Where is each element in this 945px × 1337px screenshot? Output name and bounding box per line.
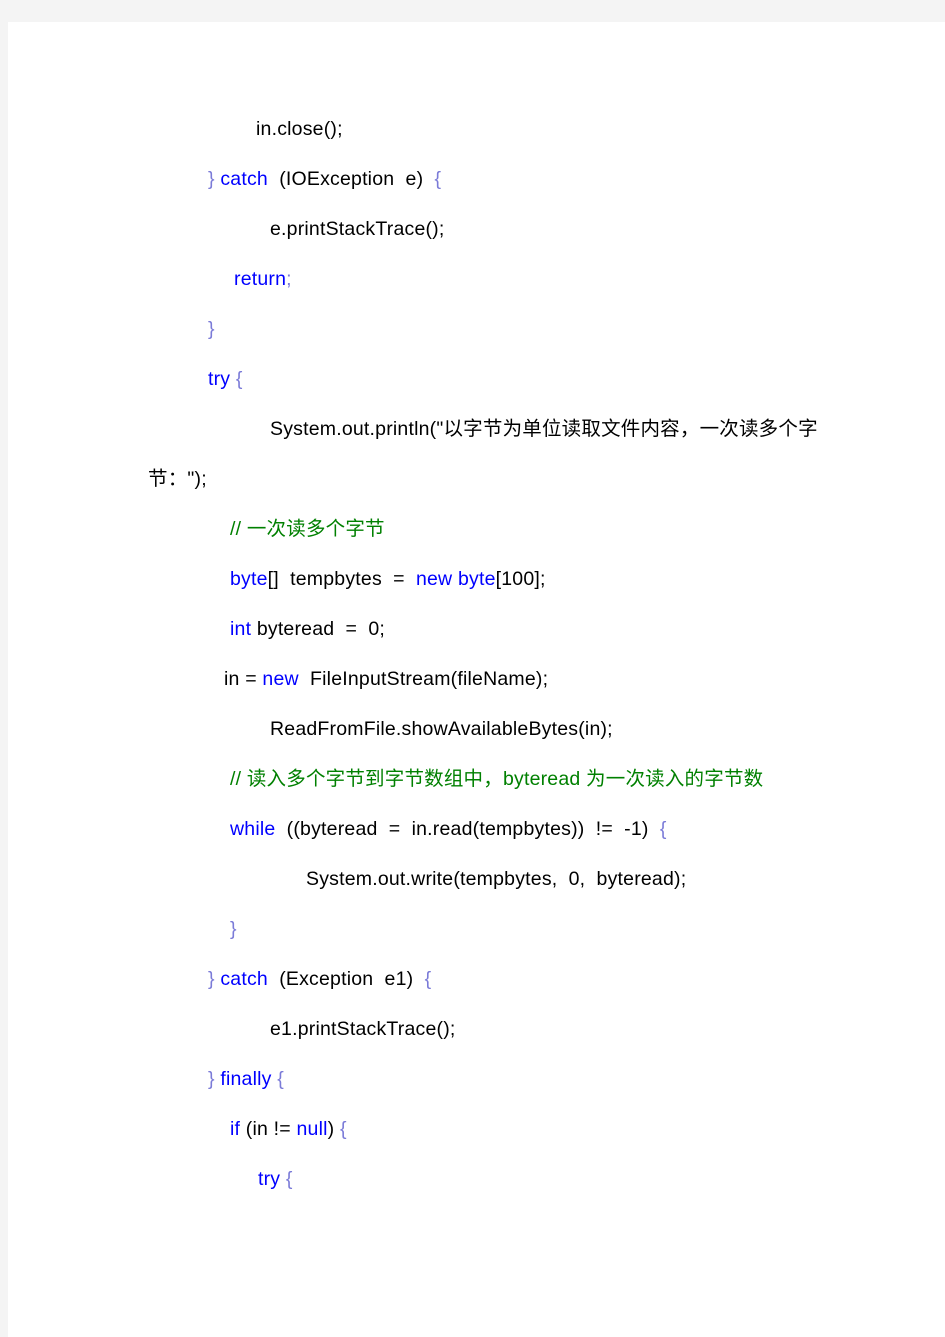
code-token-brace: {	[659, 818, 667, 840]
code-token-brace: {	[339, 1118, 347, 1140]
line-catch-ioexception: } catch (IOException e) {	[148, 154, 828, 204]
code-token-brace: }	[208, 168, 215, 190]
code-token-brace: {	[235, 368, 243, 390]
code-token-plain: byteread = 0;	[251, 618, 386, 640]
code-token-comment: // 一次读多个字节	[230, 518, 385, 540]
line-e-printstacktrace: e.printStackTrace();	[148, 204, 828, 254]
line-close-brace-while: }	[148, 904, 828, 954]
code-token-kw: catch	[220, 168, 268, 190]
code-token-plain: e.printStackTrace();	[270, 218, 445, 240]
code-token-plain: (Exception e1)	[267, 968, 425, 990]
code-token-kw: catch	[220, 968, 268, 990]
line-finally: } finally {	[148, 1054, 828, 1104]
code-token-kw: if	[230, 1118, 241, 1140]
code-token-kw: finally	[220, 1068, 272, 1090]
code-token-brace: {	[277, 1068, 284, 1090]
line-close-brace-1: }	[148, 304, 828, 354]
document-page-sheet: in.close();} catch (IOException e) {e.pr…	[8, 22, 945, 1337]
code-token-kw: null	[296, 1118, 328, 1140]
code-token-kw: return	[234, 268, 287, 290]
line-e1-printstacktrace: e1.printStackTrace();	[148, 1004, 828, 1054]
code-token-brace: }	[208, 968, 215, 990]
code-token-plain: ((byteread = in.read(tempbytes)) != -1)	[275, 818, 660, 840]
code-token-brace: ;	[286, 268, 292, 290]
code-token-plain: (IOException e)	[267, 168, 435, 190]
code-token-plain: ReadFromFile.showAvailableBytes(in);	[270, 718, 613, 740]
code-token-brace: {	[424, 968, 432, 990]
code-token-kw: int	[230, 618, 252, 640]
code-token-brace: {	[285, 1168, 293, 1190]
line-try-1: try {	[148, 354, 828, 404]
line-showavailablebytes: ReadFromFile.showAvailableBytes(in);	[148, 704, 828, 754]
code-token-brace: }	[230, 918, 237, 940]
code-token-plain: (in !=	[240, 1118, 297, 1140]
code-token-plain: e1.printStackTrace();	[270, 1018, 456, 1040]
line-in-new-fileinputstream: in = new FileInputStream(fileName);	[148, 654, 828, 704]
code-token-kw: new	[262, 668, 299, 690]
code-token-kw: byte	[230, 568, 268, 590]
line-while-read: while ((byteread = in.read(tempbytes)) !…	[148, 804, 828, 854]
code-token-plain: System.out.println("以字节为单位读取文件内容，一次读多个字节…	[148, 418, 818, 490]
code-token-kw: try	[258, 1168, 281, 1190]
line-try-2: try {	[148, 1154, 828, 1204]
line-println-chinese: System.out.println("以字节为单位读取文件内容，一次读多个字节…	[148, 404, 828, 504]
code-token-comment: // 读入多个字节到字节数组中，byteread 为一次读入的字节数	[230, 768, 764, 790]
line-byteread-decl: int byteread = 0;	[148, 604, 828, 654]
line-if-in-not-null: if (in != null) {	[148, 1104, 828, 1154]
line-return: return;	[148, 254, 828, 304]
code-token-plain: )	[327, 1118, 340, 1140]
code-token-plain: [100];	[495, 568, 546, 590]
line-tempbytes-decl: byte[] tempbytes = new byte[100];	[148, 554, 828, 604]
code-token-brace: }	[208, 318, 215, 340]
code-token-brace: }	[208, 1068, 215, 1090]
code-token-plain: in.close();	[256, 118, 343, 140]
code-token-kw: new byte	[415, 568, 496, 590]
line-comment-read-multi: // 一次读多个字节	[148, 504, 828, 554]
code-token-plain: in =	[224, 668, 263, 690]
code-token-plain: [] tempbytes =	[267, 568, 416, 590]
line-catch-exception-e1: } catch (Exception e1) {	[148, 954, 828, 1004]
code-token-kw: try	[208, 368, 231, 390]
code-token-kw: while	[230, 818, 276, 840]
code-token-plain: FileInputStream(fileName);	[298, 668, 549, 690]
line-comment-byteread: // 读入多个字节到字节数组中，byteread 为一次读入的字节数	[148, 754, 828, 804]
code-token-plain: System.out.write(tempbytes, 0, byteread)…	[306, 868, 687, 890]
java-code-block: in.close();} catch (IOException e) {e.pr…	[148, 104, 828, 1204]
code-token-brace: {	[434, 168, 442, 190]
line-in-close: in.close();	[148, 104, 828, 154]
line-system-out-write: System.out.write(tempbytes, 0, byteread)…	[148, 854, 828, 904]
